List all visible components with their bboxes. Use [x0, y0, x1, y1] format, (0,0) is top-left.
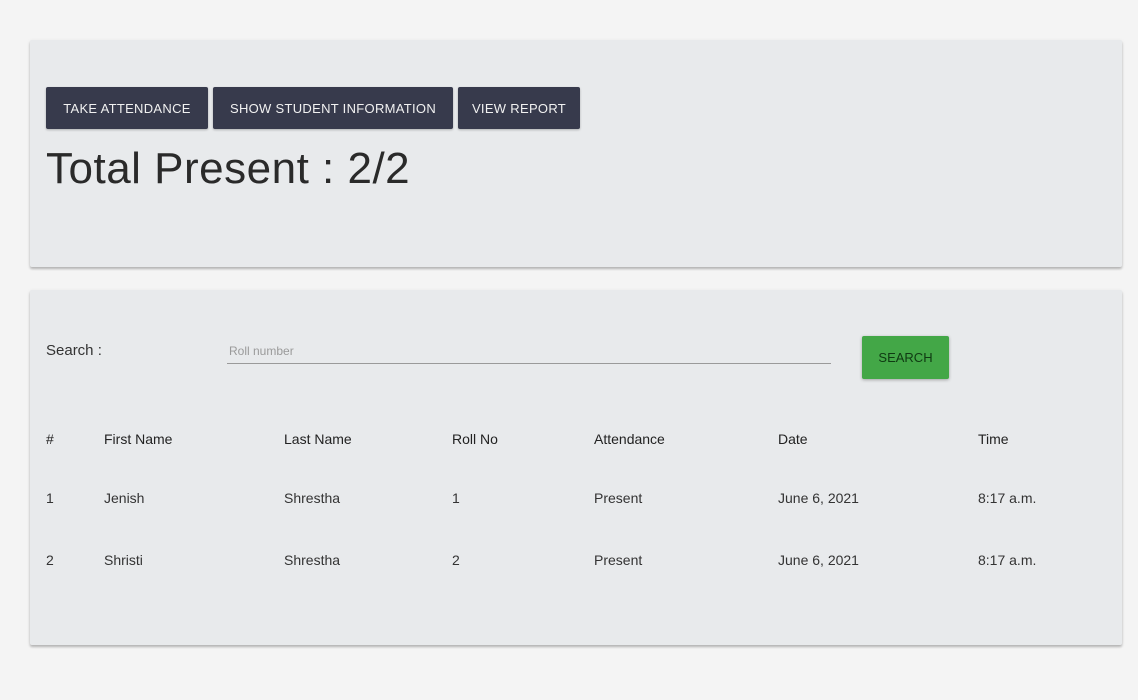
header-date: Date	[778, 430, 808, 447]
show-student-information-button[interactable]: SHOW STUDENT INFORMATION	[213, 87, 453, 129]
table-header-row: # First Name Last Name Roll No Attendanc…	[38, 410, 1078, 467]
summary-card: TAKE ATTENDANCE SHOW STUDENT INFORMATION…	[30, 40, 1122, 267]
attendance-card: Search : SEARCH # First Name Last Name R…	[30, 290, 1122, 645]
cell-last-name: Shrestha	[284, 552, 341, 568]
nav-button-group: TAKE ATTENDANCE SHOW STUDENT INFORMATION…	[46, 87, 580, 129]
cell-date: June 6, 2021	[778, 490, 859, 506]
view-report-button[interactable]: VIEW REPORT	[458, 87, 580, 129]
header-attendance: Attendance	[594, 430, 665, 447]
attendance-table: # First Name Last Name Roll No Attendanc…	[38, 410, 1078, 591]
cell-first-name: Jenish	[104, 490, 145, 506]
cell-attendance: Present	[594, 490, 643, 506]
search-button[interactable]: SEARCH	[862, 336, 949, 379]
cell-time: 8:17 a.m.	[978, 490, 1037, 506]
cell-first-name: Shristi	[104, 552, 143, 568]
table-row: 1 Jenish Shrestha 1 Present June 6, 2021…	[38, 467, 1078, 529]
take-attendance-button[interactable]: TAKE ATTENDANCE	[46, 87, 208, 129]
header-roll-no: Roll No	[452, 430, 498, 447]
attendance-page: TAKE ATTENDANCE SHOW STUDENT INFORMATION…	[0, 0, 1138, 700]
header-index: #	[46, 430, 54, 447]
cell-time: 8:17 a.m.	[978, 552, 1037, 568]
cell-date: June 6, 2021	[778, 552, 859, 568]
header-last-name: Last Name	[284, 430, 352, 447]
cell-index: 1	[46, 490, 54, 506]
cell-last-name: Shrestha	[284, 490, 341, 506]
cell-attendance: Present	[594, 552, 643, 568]
search-label: Search :	[46, 342, 102, 359]
cell-index: 2	[46, 552, 54, 568]
roll-number-search-input[interactable]	[227, 338, 831, 364]
total-present-heading: Total Present : 2/2	[46, 144, 411, 193]
table-row: 2 Shristi Shrestha 2 Present June 6, 202…	[38, 529, 1078, 591]
header-first-name: First Name	[104, 430, 173, 447]
header-time: Time	[978, 430, 1009, 447]
cell-roll-no: 1	[452, 490, 460, 506]
cell-roll-no: 2	[452, 552, 460, 568]
